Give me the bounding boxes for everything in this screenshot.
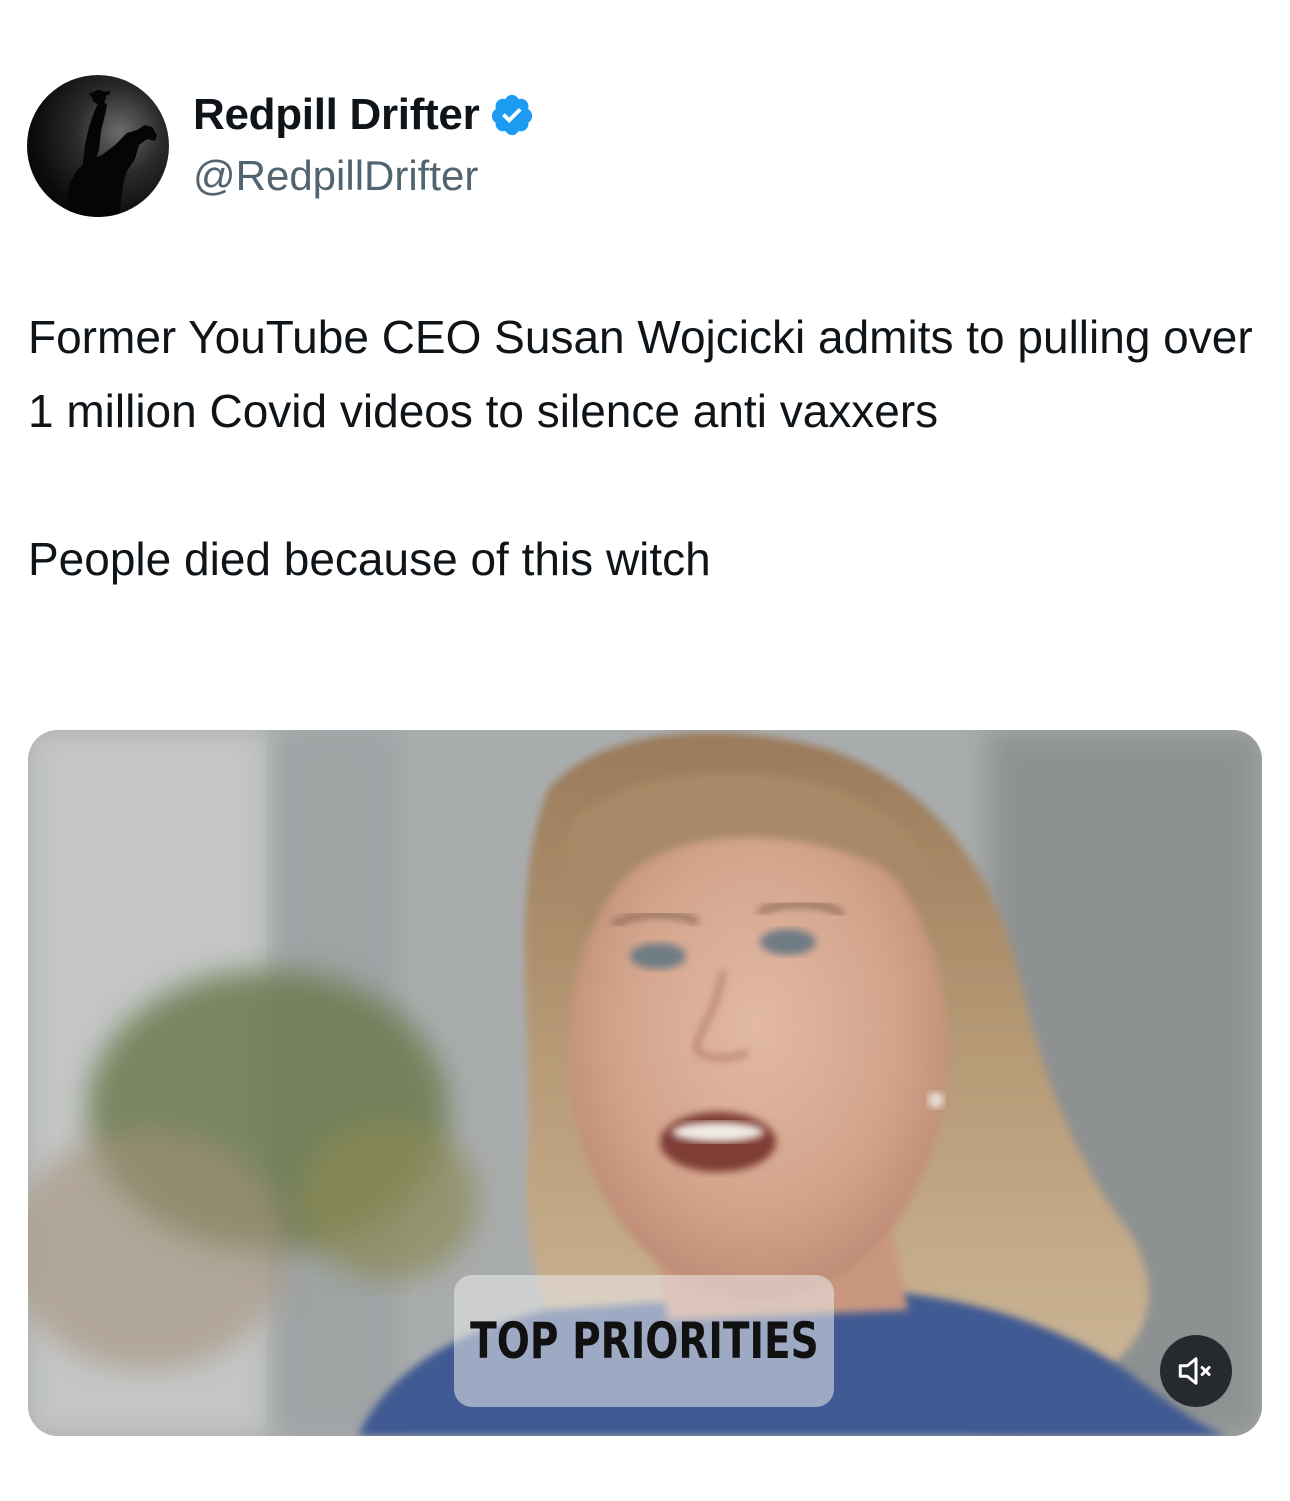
author-name-row: Redpill Drifter [193,90,535,140]
tweet-paragraph: Former YouTube CEO Susan Wojcicki admits… [28,311,1253,437]
mute-button[interactable] [1160,1335,1232,1407]
tweet-text: Former YouTube CEO Susan Wojcicki admits… [28,300,1258,596]
video-player[interactable]: TOP PRIORITIES [28,730,1262,1436]
verified-badge-icon [489,92,535,138]
tweet-paragraph: People died because of this witch [28,533,711,585]
author-display-name[interactable]: Redpill Drifter [193,90,480,140]
video-caption: TOP PRIORITIES [469,1312,819,1370]
avatar[interactable] [27,75,169,217]
video-caption-box: TOP PRIORITIES [454,1275,834,1407]
author-handle[interactable]: @RedpillDrifter [193,152,478,200]
speaker-muted-icon [1178,1357,1211,1385]
